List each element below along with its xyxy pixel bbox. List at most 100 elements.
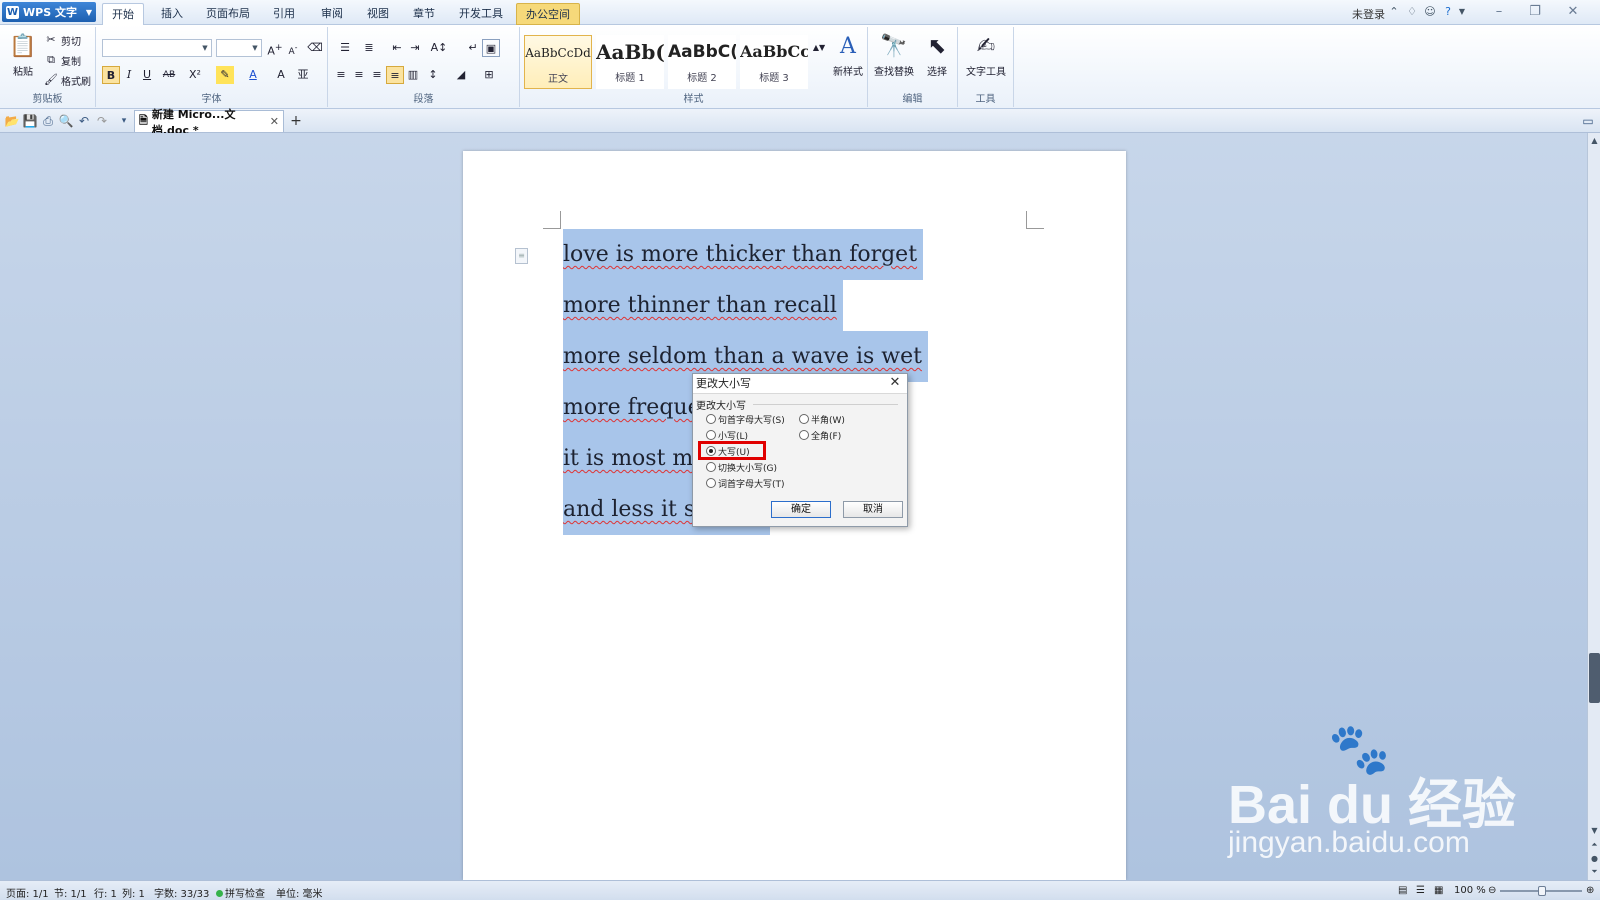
close-tab-icon[interactable]: ✕ <box>270 115 279 128</box>
word-count[interactable]: 字数: 33/33 <box>154 885 209 900</box>
tab-page-layout[interactable]: 页面布局 <box>202 3 254 25</box>
bold-icon[interactable]: B <box>102 66 120 84</box>
grow-font-icon[interactable]: A+ <box>266 39 284 58</box>
justify-icon[interactable]: ≡ <box>386 66 404 84</box>
document-line[interactable]: love is more thicker than forget <box>563 229 924 280</box>
vertical-scrollbar[interactable]: ▲ ▼ ⏶ ● ⏷ <box>1587 133 1600 880</box>
tab-chapter[interactable]: 章节 <box>404 3 444 25</box>
undo-icon[interactable]: ↶ <box>76 113 92 129</box>
superscript-icon[interactable]: X² <box>186 66 204 84</box>
font-color-icon[interactable]: A <box>244 66 262 84</box>
print-preview-icon[interactable]: 🔍 <box>58 113 74 129</box>
align-center-icon[interactable]: ≡ <box>350 66 368 84</box>
borders-icon[interactable]: ⊞ <box>480 66 498 84</box>
web-view-icon[interactable]: ▦ <box>1434 885 1443 896</box>
radio-title-case[interactable]: 词首字母大写(T) <box>706 476 785 490</box>
numbering-icon[interactable]: ≣ <box>360 39 378 57</box>
zoom-in-icon[interactable]: ⊕ <box>1586 885 1594 896</box>
highlight-icon[interactable]: ✎ <box>216 66 234 84</box>
find-replace-button[interactable]: 🔭 查找替换 <box>872 31 916 79</box>
page-view-icon[interactable]: ▤ <box>1398 885 1407 896</box>
unit-indicator[interactable]: 单位: 毫米 <box>276 885 323 900</box>
scroll-thumb[interactable] <box>1589 653 1600 703</box>
tab-developer[interactable]: 开发工具 <box>452 3 510 25</box>
cut-button[interactable]: ✂ 剪切 <box>44 31 81 49</box>
tab-review[interactable]: 审阅 <box>312 3 352 25</box>
redo-icon[interactable]: ↷ <box>94 113 110 129</box>
align-left-icon[interactable]: ≡ <box>332 66 350 84</box>
close-icon[interactable]: ✕ <box>888 376 902 390</box>
help-icon[interactable]: ? <box>1441 5 1455 19</box>
prev-page-icon[interactable]: ⏶ <box>1589 839 1600 850</box>
next-page-icon[interactable]: ⏷ <box>1589 866 1600 877</box>
underline-icon[interactable]: U <box>138 66 156 84</box>
tab-office-space[interactable]: 办公空间 <box>516 3 580 25</box>
shrink-font-icon[interactable]: A- <box>284 39 302 57</box>
select-browse-object-icon[interactable]: ● <box>1589 853 1600 864</box>
close-window-button[interactable]: ✕ <box>1562 3 1584 21</box>
border-icon[interactable]: ▣ <box>482 39 500 57</box>
open-icon[interactable]: 📂 <box>4 113 20 129</box>
italic-icon[interactable]: I <box>120 66 138 84</box>
tab-home[interactable]: 开始 <box>102 3 144 25</box>
paste-button[interactable]: 📋 粘贴 <box>6 31 40 79</box>
new-style-button[interactable]: A 新样式 <box>830 31 866 79</box>
font-size-combo[interactable]: ▼ <box>216 39 262 57</box>
clear-format-icon[interactable]: ⌫ <box>306 39 324 57</box>
new-tab-button[interactable]: + <box>287 112 305 130</box>
minimize-button[interactable]: – <box>1488 3 1510 21</box>
spellcheck-toggle[interactable]: 拼写检查 <box>216 885 265 900</box>
style-normal[interactable]: AaBbCcDd 正文 <box>524 35 592 89</box>
document-tab[interactable]: 🗎 新建 Micro...文档.doc * ✕ <box>134 108 284 137</box>
decrease-indent-icon[interactable]: ⇤ <box>388 39 406 57</box>
app-menu-button[interactable]: W WPS 文字 ▼ <box>2 2 96 22</box>
zoom-out-icon[interactable]: ⊖ <box>1488 885 1496 896</box>
font-name-combo[interactable]: ▼ <box>102 39 212 57</box>
format-painter-button[interactable]: 🖌 格式刷 <box>44 71 91 89</box>
radio-half-width[interactable]: 半角(W) <box>799 412 845 426</box>
ok-button[interactable]: 确定 <box>771 501 831 518</box>
scroll-down-icon[interactable]: ▼ <box>1589 825 1600 836</box>
radio-lowercase[interactable]: 小写(L) <box>706 428 748 442</box>
text-tools-button[interactable]: ✍ 文字工具 <box>962 31 1010 79</box>
styles-scroll-icon[interactable]: ▲▼ <box>810 39 828 57</box>
tab-insert[interactable]: 插入 <box>152 3 192 25</box>
show-marks-icon[interactable]: ↵ <box>464 39 482 57</box>
restore-button[interactable]: ❐ <box>1524 3 1546 21</box>
increase-indent-icon[interactable]: ⇥ <box>406 39 424 57</box>
zoom-level[interactable]: 100 % <box>1454 885 1486 896</box>
dialog-title[interactable]: 更改大小写 <box>693 374 907 394</box>
skin-icon[interactable]: ♢ <box>1405 5 1419 19</box>
customize-icon[interactable]: ▾ <box>116 113 132 129</box>
chevron-down-icon[interactable]: ▼ <box>1455 5 1469 19</box>
shading-icon[interactable]: ◢ <box>452 66 470 84</box>
style-heading-2[interactable]: AaBbC( 标题 2 <box>668 35 736 89</box>
distributed-icon[interactable]: ▥ <box>404 66 422 84</box>
cancel-button[interactable]: 取消 <box>843 501 903 518</box>
copy-button[interactable]: ⧉ 复制 <box>44 51 81 69</box>
outline-view-icon[interactable]: ☰ <box>1416 885 1425 896</box>
radio-full-width[interactable]: 全角(F) <box>799 428 841 442</box>
user-icon[interactable]: ☺ <box>1423 5 1437 19</box>
tab-view[interactable]: 视图 <box>358 3 398 25</box>
char-shading-icon[interactable]: A <box>272 66 290 84</box>
save-icon[interactable]: 💾 <box>22 113 38 129</box>
window-layout-icon[interactable]: ▭ <box>1580 113 1596 129</box>
tab-references[interactable]: 引用 <box>264 3 304 25</box>
bullets-icon[interactable]: ☰ <box>336 39 354 57</box>
scroll-up-icon[interactable]: ▲ <box>1589 135 1600 146</box>
login-status[interactable]: 未登录 <box>1352 6 1385 22</box>
align-right-icon[interactable]: ≡ <box>368 66 386 84</box>
select-button[interactable]: ⬉ 选择 <box>920 31 954 79</box>
line-spacing-icon[interactable]: ↕ <box>424 66 442 84</box>
print-icon[interactable]: ⎙ <box>40 113 56 129</box>
collapse-ribbon-icon[interactable]: ⌃ <box>1387 5 1401 19</box>
zoom-slider-handle[interactable] <box>1538 886 1546 896</box>
document-line[interactable]: more thinner than recall <box>563 280 843 331</box>
radio-sentence-case[interactable]: 句首字母大写(S) <box>706 412 785 426</box>
style-heading-3[interactable]: AaBbCc 标题 3 <box>740 35 808 89</box>
strikethrough-icon[interactable]: AB <box>160 66 178 84</box>
chinese-layout-icon[interactable]: A↕ <box>430 39 448 57</box>
radio-toggle-case[interactable]: 切换大小写(G) <box>706 460 777 474</box>
phonetic-icon[interactable]: 亚 <box>294 66 312 84</box>
